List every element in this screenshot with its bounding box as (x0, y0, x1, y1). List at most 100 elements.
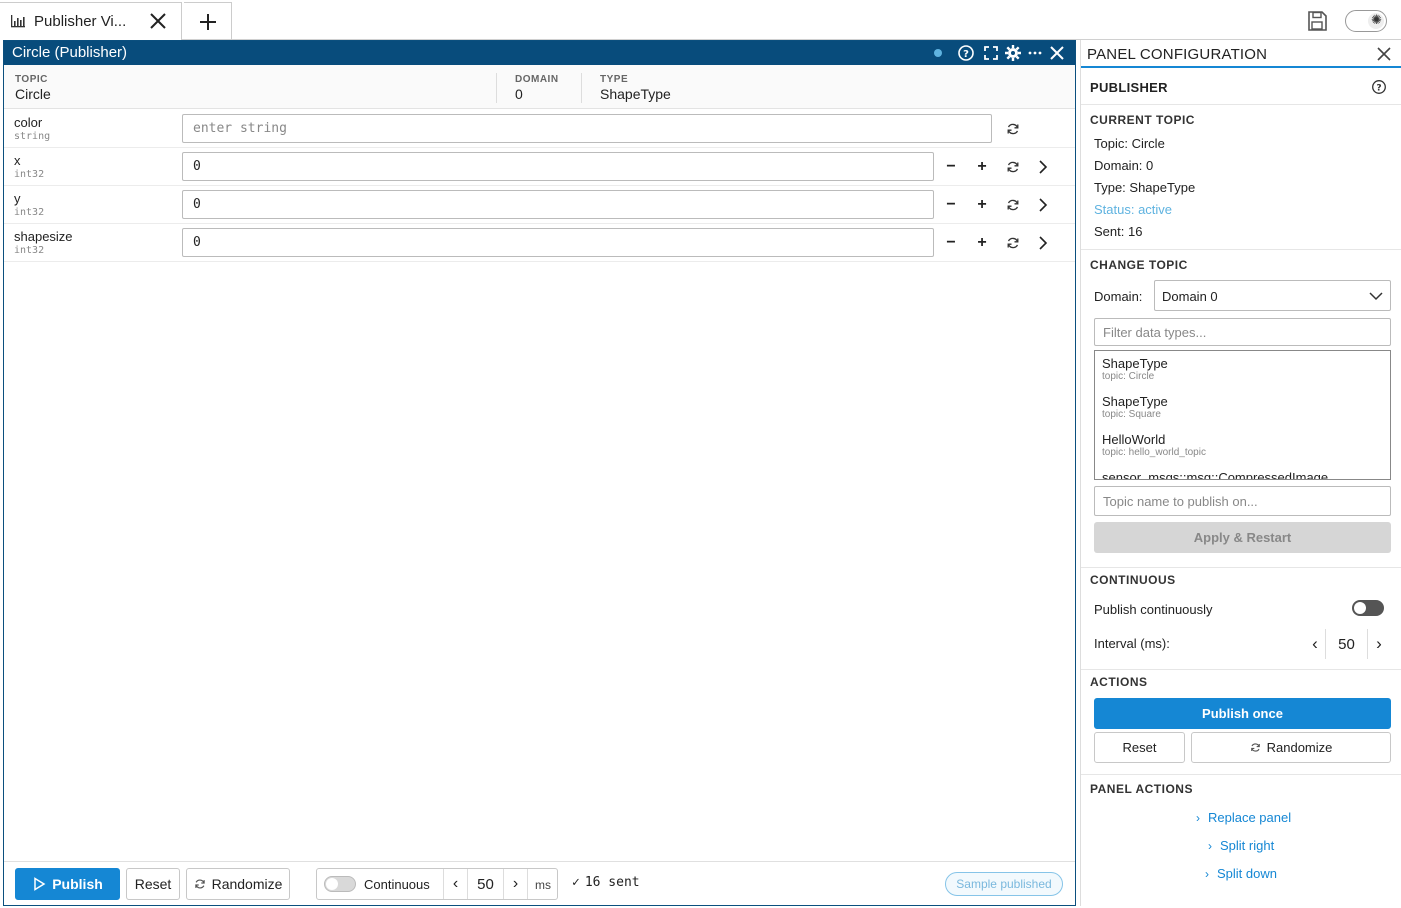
link-label: Split down (1217, 866, 1277, 881)
current-sent: Sent: 16 (1094, 224, 1143, 239)
field-row-x: x int32 − + (4, 148, 1075, 186)
close-icon[interactable] (148, 11, 168, 31)
interval-unit: ms (535, 878, 551, 892)
chevron-right-icon: › (1196, 810, 1200, 825)
link-label: Split right (1220, 838, 1275, 853)
randomize-button[interactable]: Randomize (1191, 732, 1391, 763)
publish-continuously-toggle[interactable] (1352, 600, 1384, 616)
randomize-button[interactable]: Randomize (186, 868, 290, 900)
interval-input[interactable]: 50 (1325, 629, 1368, 659)
status-badge: Sample published (945, 872, 1063, 896)
close-icon[interactable] (1047, 43, 1067, 63)
config-title: PANEL CONFIGURATION (1087, 46, 1268, 63)
tab-publisher-view[interactable]: Publisher Vi... (0, 2, 182, 40)
current-topic-heading: CURRENT TOPIC (1090, 113, 1195, 127)
help-icon[interactable]: ? (1371, 79, 1387, 95)
field-row-shapesize: shapesize int32 − + (4, 224, 1075, 262)
chevron-right-icon (1039, 160, 1048, 174)
theme-toggle[interactable]: ✺ (1345, 10, 1387, 32)
more-icon[interactable] (1025, 43, 1045, 63)
interval-decrease[interactable]: ‹ (1305, 629, 1325, 659)
increment-button[interactable]: + (970, 193, 994, 217)
sent-count: 16 sent (584, 875, 640, 890)
list-item[interactable]: sensor_msgs::msg::CompressedImage (1102, 470, 1328, 479)
decrement-button[interactable]: − (939, 155, 963, 179)
minus-icon: − (946, 234, 956, 251)
sent-status: ✓ 16 sent (572, 875, 640, 890)
add-tab-button[interactable] (184, 2, 232, 40)
topic-label: TOPIC (15, 74, 48, 85)
type-topic: topic: Circle (1102, 371, 1155, 382)
chevron-right-icon (1039, 236, 1048, 250)
continuous-toggle[interactable] (324, 876, 356, 892)
publish-continuously-label: Publish continuously (1094, 602, 1213, 617)
refresh-icon (1007, 237, 1019, 249)
decrement-button[interactable]: − (939, 231, 963, 255)
close-icon[interactable] (1376, 46, 1392, 62)
reset-button[interactable]: Reset (1094, 732, 1185, 763)
split-right-link[interactable]: › Split right (1208, 838, 1274, 853)
shapesize-input[interactable] (182, 228, 934, 257)
interval-input[interactable]: 50 (467, 869, 504, 899)
publish-once-button[interactable]: Publish once (1094, 698, 1391, 729)
refresh-icon (1250, 743, 1260, 752)
current-status: Status: active (1094, 202, 1173, 217)
domain-label: DOMAIN (515, 74, 559, 85)
expand-button[interactable] (1031, 155, 1055, 179)
y-input[interactable] (182, 190, 934, 219)
continuous-section: CONTINUOUS Publish continuously Interval… (1081, 568, 1401, 670)
decrement-button[interactable]: − (939, 193, 963, 217)
domain-select[interactable]: Domain 0 (1154, 280, 1391, 311)
publish-button[interactable]: Publish (15, 868, 120, 900)
chart-icon (11, 15, 25, 28)
tab-bar: Publisher Vi... ✺ (0, 0, 1401, 40)
fullscreen-icon[interactable] (981, 43, 1001, 63)
topic-value: Circle (15, 86, 51, 102)
toggle-knob (326, 878, 338, 890)
chevron-left-icon: ‹ (452, 875, 459, 892)
save-icon[interactable] (1305, 9, 1329, 33)
replace-panel-link[interactable]: › Replace panel (1196, 810, 1291, 825)
change-topic-section: CHANGE TOPIC Domain: Domain 0 ShapeType … (1081, 250, 1401, 568)
reset-button[interactable]: Reset (126, 868, 180, 900)
config-header: PANEL CONFIGURATION (1081, 40, 1401, 68)
list-item[interactable]: ShapeType topic: Circle (1102, 356, 1168, 382)
chevron-right-icon: › (512, 875, 519, 892)
filter-types-input[interactable] (1094, 318, 1391, 346)
panel-configuration: PANEL CONFIGURATION PUBLISHER ? CURRENT … (1080, 40, 1401, 906)
increment-button[interactable]: + (970, 231, 994, 255)
interval-increase[interactable]: › (504, 869, 528, 899)
expand-button[interactable] (1031, 193, 1055, 217)
color-input[interactable] (182, 114, 992, 143)
panel-header: Circle (Publisher) ? (4, 41, 1075, 65)
reset-field-button[interactable] (1001, 231, 1025, 255)
chevron-right-icon: › (1376, 634, 1382, 653)
panel-actions-heading: PANEL ACTIONS (1090, 782, 1193, 796)
reset-field-button[interactable] (1001, 155, 1025, 179)
list-item[interactable]: HelloWorld topic: hello_world_topic (1102, 432, 1206, 458)
help-icon[interactable]: ? (956, 43, 976, 63)
field-type: int32 (14, 169, 45, 180)
split-down-link[interactable]: › Split down (1205, 866, 1277, 881)
interval-decrease[interactable]: ‹ (443, 869, 467, 899)
status-dot-icon (934, 49, 942, 57)
gear-icon[interactable] (1003, 43, 1023, 63)
apply-restart-button[interactable]: Apply & Restart (1094, 522, 1391, 553)
type-topic: topic: hello_world_topic (1102, 447, 1206, 458)
list-item[interactable]: ShapeType topic: Square (1102, 394, 1168, 420)
refresh-icon (1007, 161, 1019, 173)
plus-icon (200, 14, 216, 30)
topic-name-input[interactable] (1094, 486, 1391, 516)
reset-field-button[interactable] (1001, 193, 1025, 217)
chevron-left-icon: ‹ (1312, 634, 1318, 653)
topic-info-bar: TOPIC Circle DOMAIN 0 TYPE ShapeType (4, 65, 1075, 109)
reset-field-button[interactable] (1001, 117, 1025, 141)
data-type-list: ShapeType topic: Circle ShapeType topic:… (1094, 350, 1391, 480)
interval-increase[interactable]: › (1369, 629, 1389, 659)
field-name: color (14, 115, 43, 130)
x-input[interactable] (182, 152, 934, 181)
expand-button[interactable] (1031, 231, 1055, 255)
actions-heading: ACTIONS (1090, 675, 1148, 689)
current-domain: Domain: 0 (1094, 158, 1154, 173)
increment-button[interactable]: + (970, 155, 994, 179)
